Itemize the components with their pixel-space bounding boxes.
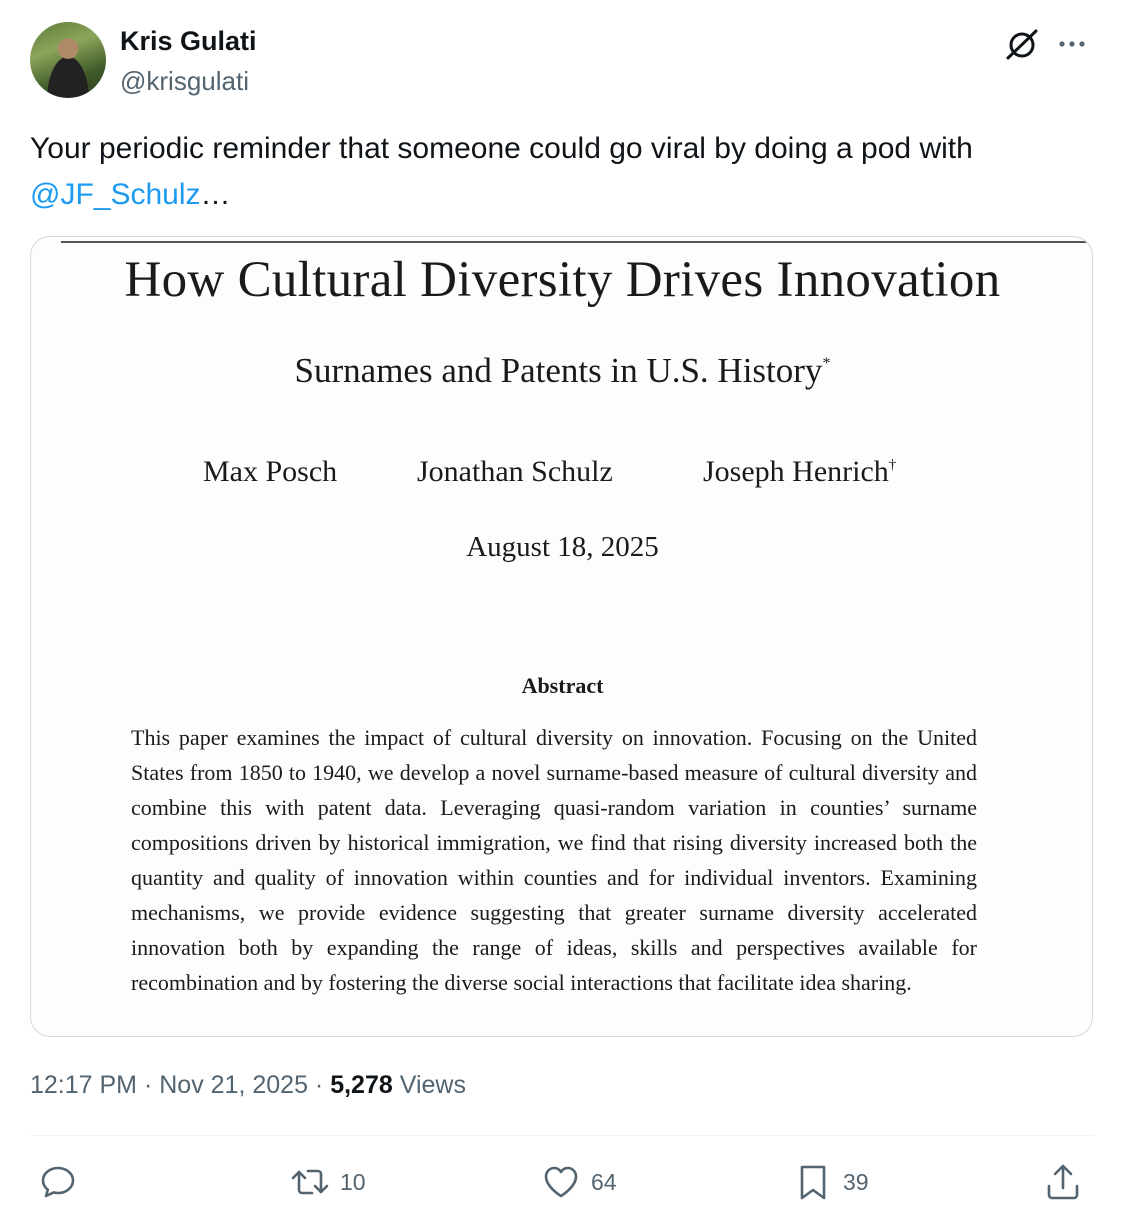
paper-author-name: Joseph Henrich — [703, 455, 889, 488]
paper-subtitle: Surnames and Patents in U.S. History* — [31, 351, 1092, 391]
bookmark-button[interactable]: 39 — [793, 1160, 869, 1204]
separator: · — [314, 1071, 324, 1099]
avatar[interactable] — [30, 22, 106, 98]
reply-icon — [41, 1166, 75, 1198]
bookmark-icon — [800, 1165, 826, 1200]
author-footnote-mark: † — [888, 457, 897, 473]
author-name[interactable]: Kris Gulati — [120, 26, 257, 57]
views-label: Views — [399, 1071, 466, 1099]
attached-image[interactable]: How Cultural Diversity Drives Innovation… — [30, 236, 1093, 1037]
paper-subtitle-text: Surnames and Patents in U.S. History — [294, 351, 823, 390]
subtitle-footnote-mark: * — [822, 355, 831, 372]
tweet-ellipsis: … — [200, 178, 231, 211]
paper-author: Max Posch — [203, 455, 337, 489]
author-handle[interactable]: @krisgulati — [120, 66, 249, 97]
tweet-header: Kris Gulati @krisgulati — [30, 22, 1094, 102]
abstract-heading: Abstract — [521, 673, 604, 698]
reply-button[interactable] — [38, 1160, 78, 1204]
tweet-text: Your periodic reminder that someone coul… — [30, 126, 1094, 218]
paper-author: Joseph Henrich† — [703, 455, 896, 489]
page-top-rule — [61, 241, 1092, 243]
paper-title: How Cultural Diversity Drives Innovation — [124, 252, 1001, 308]
paper-author: Jonathan Schulz — [417, 455, 613, 489]
repost-icon — [291, 1169, 329, 1195]
grok-icon[interactable] — [1004, 26, 1040, 62]
share-button[interactable] — [1043, 1160, 1083, 1204]
separator: · — [143, 1071, 153, 1099]
abstract-text: This paper examines the impact of cultur… — [131, 725, 977, 995]
heart-icon — [544, 1166, 578, 1198]
repost-count: 10 — [340, 1168, 366, 1195]
tweet-time[interactable]: 12:17 PM — [30, 1071, 137, 1099]
repost-button[interactable]: 10 — [290, 1160, 366, 1204]
like-button[interactable]: 64 — [541, 1160, 617, 1204]
like-count: 64 — [591, 1168, 617, 1195]
share-icon — [1047, 1164, 1079, 1200]
paper-date: August 18, 2025 — [466, 531, 659, 563]
bookmark-count: 39 — [843, 1168, 869, 1195]
mention-link[interactable]: @JF_Schulz — [30, 178, 201, 211]
tweet-body: Your periodic reminder that someone coul… — [30, 132, 973, 165]
more-options-icon[interactable] — [1054, 26, 1090, 62]
paper-author-name: Jonathan Schulz — [417, 455, 613, 488]
paper-author-name: Max Posch — [203, 455, 338, 488]
views-count: 5,278 — [330, 1071, 393, 1099]
tweet-date[interactable]: Nov 21, 2025 — [159, 1071, 308, 1099]
divider — [30, 1135, 1094, 1136]
tweet-timestamp: 12:17 PM · Nov 21, 2025 · 5,278 Views — [30, 1071, 466, 1100]
